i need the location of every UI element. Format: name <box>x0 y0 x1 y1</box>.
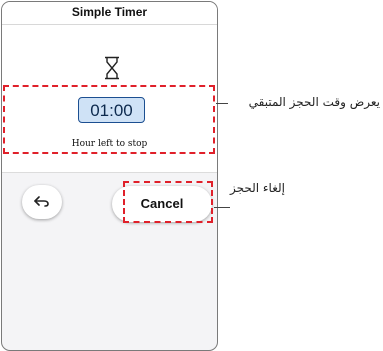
time-highlight-box <box>3 85 215 154</box>
time-callout-leader <box>216 103 228 104</box>
device-screen: Simple Timer 01:00 Hour left to stop Can… <box>1 1 218 351</box>
cancel-callout-leader <box>214 207 230 208</box>
app-title: Simple Timer <box>2 2 217 25</box>
back-button[interactable] <box>22 185 62 219</box>
time-callout-label: يعرض وقت الحجز المتبقي <box>248 95 380 109</box>
cancel-callout-label: إلغاء الحجز <box>230 181 285 195</box>
cancel-highlight-box <box>123 181 213 223</box>
back-arrow-icon <box>34 196 49 207</box>
hourglass-icon <box>105 56 119 80</box>
